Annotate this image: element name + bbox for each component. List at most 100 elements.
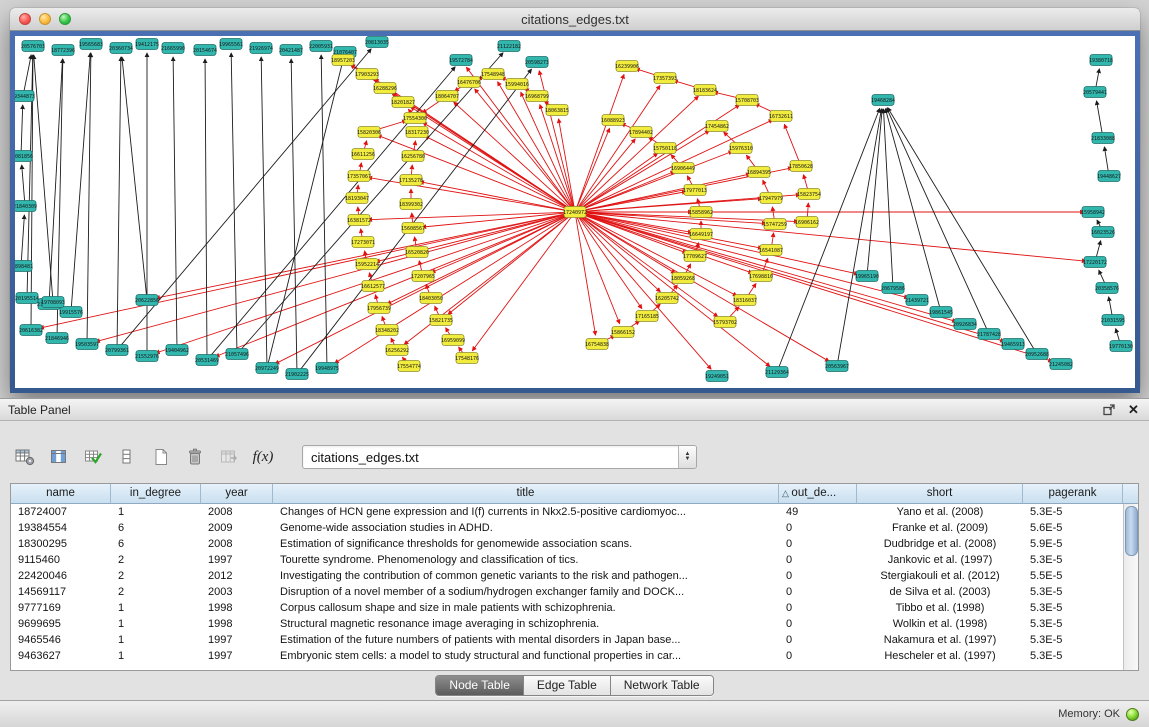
network-edge[interactable] bbox=[210, 67, 456, 357]
table-cell[interactable]: 1 bbox=[111, 648, 201, 664]
network-node[interactable]: 20576703 bbox=[21, 41, 45, 52]
table-cell[interactable]: Changes of HCN gene expression and I(f) … bbox=[273, 504, 779, 520]
network-node[interactable]: 18403050 bbox=[419, 293, 443, 304]
network-node[interactable]: 15820306 bbox=[357, 127, 381, 138]
network-node[interactable]: 17240972 bbox=[563, 207, 587, 218]
network-node[interactable]: 16894395 bbox=[747, 167, 771, 178]
table-cell[interactable]: 9465546 bbox=[11, 632, 111, 648]
table-cell[interactable]: 2008 bbox=[201, 536, 273, 552]
network-node[interactable]: 21031595 bbox=[1101, 315, 1125, 326]
network-node[interactable]: 17698810 bbox=[749, 271, 773, 282]
column-header-in-degree[interactable]: in_degree bbox=[111, 484, 201, 504]
network-node[interactable]: 21902225 bbox=[285, 369, 309, 380]
network-node[interactable]: 22005931 bbox=[309, 41, 333, 52]
network-node[interactable]: 18316037 bbox=[733, 295, 757, 306]
tab-network-table[interactable]: Network Table bbox=[611, 676, 713, 695]
table-row[interactable]: 911546021997Tourette syndrome. Phenomeno… bbox=[11, 552, 1123, 568]
network-window-titlebar[interactable]: citations_edges.txt bbox=[10, 8, 1140, 31]
network-node[interactable]: 20622856 bbox=[135, 295, 159, 306]
select-all-rows-button[interactable] bbox=[80, 444, 106, 470]
zoom-window-button[interactable] bbox=[59, 13, 71, 25]
table-cell[interactable]: 1 bbox=[111, 600, 201, 616]
network-node[interactable]: 17903293 bbox=[355, 69, 379, 80]
table-cell[interactable]: 0 bbox=[779, 536, 857, 552]
network-node[interactable]: 16256292 bbox=[385, 345, 409, 356]
network-node[interactable]: 19565683 bbox=[79, 39, 103, 50]
network-node[interactable]: 18957203 bbox=[331, 55, 355, 66]
network-node[interactable]: 15823754 bbox=[797, 189, 821, 200]
column-header-pagerank[interactable]: pagerank bbox=[1023, 484, 1123, 504]
network-node[interactable]: 20972249 bbox=[255, 363, 279, 374]
table-cell[interactable]: 9463627 bbox=[11, 648, 111, 664]
table-cell[interactable]: 9699695 bbox=[11, 616, 111, 632]
network-node[interactable]: 20598273 bbox=[525, 57, 549, 68]
network-node[interactable]: 16256780 bbox=[401, 151, 425, 162]
network-node[interactable]: 21122182 bbox=[497, 41, 521, 52]
network-node[interactable]: 19249051 bbox=[705, 371, 729, 382]
tab-edge-table[interactable]: Edge Table bbox=[524, 676, 611, 695]
table-cell[interactable]: 5.3E-5 bbox=[1023, 632, 1123, 648]
network-node[interactable]: 19448627 bbox=[1097, 171, 1121, 182]
table-row[interactable]: 2242004622012Investigating the contribut… bbox=[11, 568, 1123, 584]
table-cell[interactable]: 0 bbox=[779, 584, 857, 600]
network-node[interactable]: 18183624 bbox=[693, 85, 717, 96]
table-cell[interactable]: 2 bbox=[111, 552, 201, 568]
network-edge[interactable] bbox=[34, 55, 53, 298]
network-node[interactable]: 15958942 bbox=[1081, 207, 1105, 218]
network-edge[interactable] bbox=[21, 105, 23, 152]
column-visibility-button[interactable] bbox=[46, 444, 72, 470]
network-canvas[interactable]: 2057670318772396195656832036073419412175… bbox=[15, 36, 1135, 388]
float-panel-icon[interactable] bbox=[1101, 402, 1116, 417]
network-node[interactable]: 19965190 bbox=[855, 271, 879, 282]
table-cell[interactable]: Hescheler et al. (1997) bbox=[857, 648, 1023, 664]
table-row[interactable]: 977716911998Corpus callosum shape and si… bbox=[11, 600, 1123, 616]
network-node[interactable]: 21926974 bbox=[249, 43, 273, 54]
network-edge[interactable] bbox=[96, 213, 571, 342]
table-cell[interactable]: 1997 bbox=[201, 552, 273, 568]
table-cell[interactable]: 6 bbox=[111, 520, 201, 536]
network-edge[interactable] bbox=[173, 57, 177, 346]
table-cell[interactable]: 1 bbox=[111, 616, 201, 632]
network-node[interactable]: 19948975 bbox=[315, 363, 339, 374]
table-cell[interactable]: Embryonic stem cells: a model to study s… bbox=[273, 648, 779, 664]
network-edge[interactable] bbox=[578, 153, 657, 209]
network-edge[interactable] bbox=[87, 53, 91, 340]
network-node[interactable]: 17709627 bbox=[683, 251, 707, 262]
network-node[interactable]: 15750118 bbox=[653, 143, 677, 154]
network-node[interactable]: 21846946 bbox=[45, 333, 69, 344]
network-node[interactable]: 20579441 bbox=[1083, 87, 1107, 98]
network-node[interactable]: 19861545 bbox=[929, 307, 953, 318]
network-node[interactable]: 16381572 bbox=[347, 215, 371, 226]
network-node[interactable]: 19915576 bbox=[59, 307, 83, 318]
table-row[interactable]: 946362711997Embryonic stem cells: a mode… bbox=[11, 648, 1123, 664]
network-node[interactable]: 17548176 bbox=[455, 353, 479, 364]
network-node[interactable]: 17357067 bbox=[347, 171, 371, 182]
network-node[interactable]: 20952688 bbox=[1025, 349, 1049, 360]
table-cell[interactable]: 5.9E-5 bbox=[1023, 536, 1123, 552]
network-node[interactable]: 17135278 bbox=[399, 175, 423, 186]
network-node[interactable]: 19468284 bbox=[871, 95, 895, 106]
network-node[interactable]: 17850628 bbox=[789, 161, 813, 172]
network-node[interactable]: 21787428 bbox=[977, 329, 1001, 340]
network-node[interactable]: 20679586 bbox=[881, 283, 905, 294]
table-cell[interactable]: Investigating the contribution of common… bbox=[273, 568, 779, 584]
table-cell[interactable]: Tibbo et al. (1998) bbox=[857, 600, 1023, 616]
network-edge[interactable] bbox=[577, 85, 660, 208]
network-node[interactable]: 20421487 bbox=[279, 45, 303, 56]
network-node[interactable]: 18772396 bbox=[51, 45, 75, 56]
network-node[interactable]: 19404962 bbox=[165, 345, 189, 356]
table-cell[interactable]: 0 bbox=[779, 520, 857, 536]
network-edge[interactable] bbox=[21, 215, 24, 262]
table-cell[interactable]: 2 bbox=[111, 568, 201, 584]
network-edge[interactable] bbox=[231, 53, 237, 350]
table-cell[interactable]: 49 bbox=[779, 504, 857, 520]
table-cell[interactable]: 2009 bbox=[201, 520, 273, 536]
network-edge[interactable] bbox=[24, 55, 31, 92]
table-row[interactable]: 1872400712008Changes of HCN gene express… bbox=[11, 504, 1123, 520]
network-node[interactable]: 17220172 bbox=[1083, 257, 1107, 268]
table-cell[interactable]: 1997 bbox=[201, 648, 273, 664]
network-node[interactable]: 20926834 bbox=[953, 319, 977, 330]
network-node[interactable]: 20799361 bbox=[105, 345, 129, 356]
network-node[interactable]: 17357393 bbox=[653, 73, 677, 84]
network-node[interactable]: 15608567 bbox=[401, 223, 425, 234]
